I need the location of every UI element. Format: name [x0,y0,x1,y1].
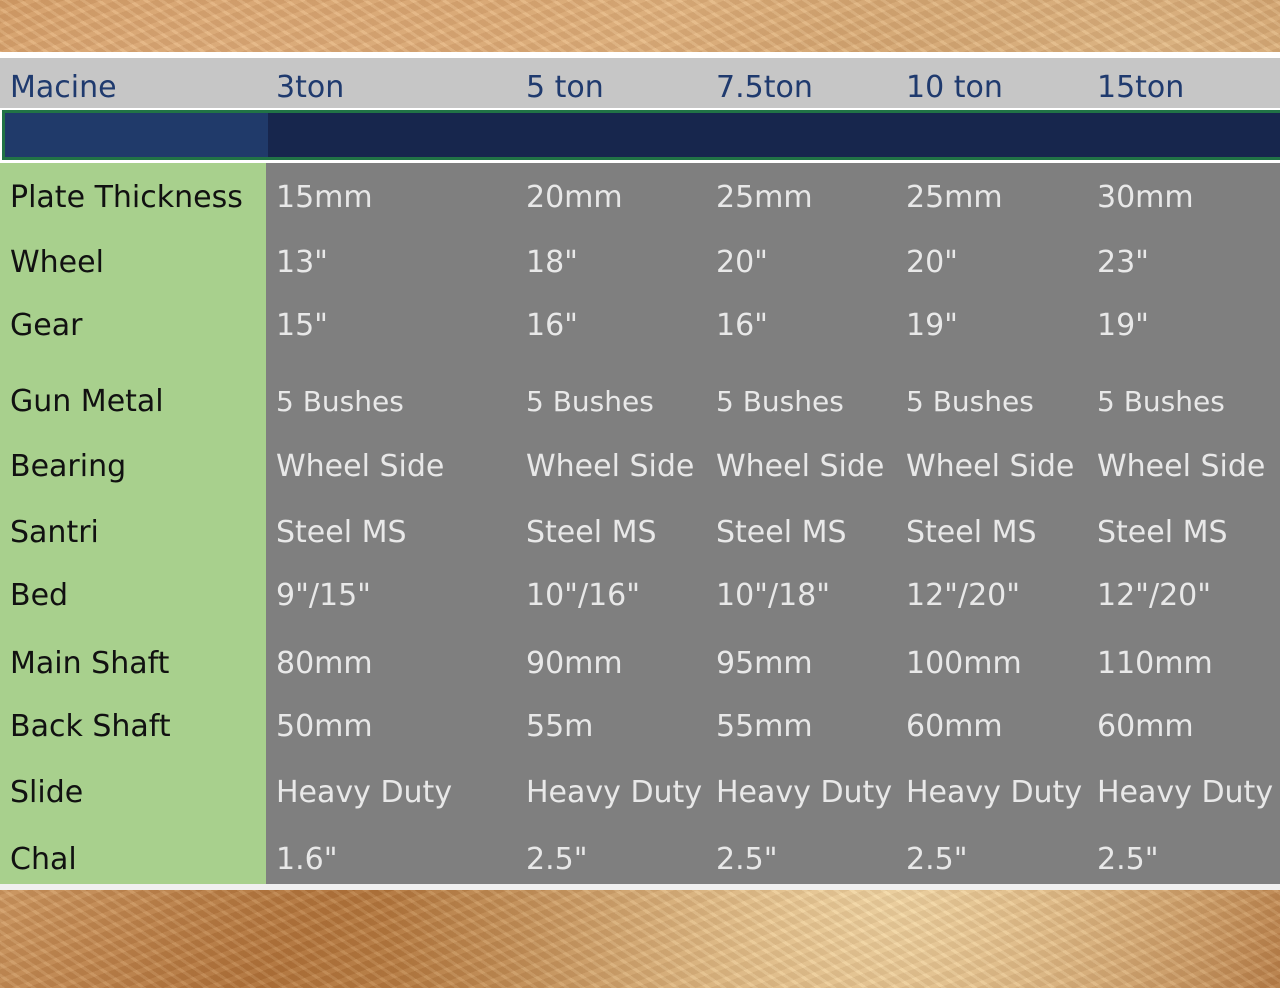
table-cell[interactable]: 10"/16" [526,576,640,616]
table-cell[interactable]: 15" [276,306,328,346]
table-cell[interactable]: 12"/20" [1097,576,1211,616]
table-cell[interactable]: 16" [526,306,578,346]
row-label[interactable]: Chal [10,840,77,880]
table-cell[interactable]: 55m [526,707,593,747]
table-cell[interactable]: 50mm [276,707,373,747]
table-cell[interactable]: 25mm [906,178,1003,218]
table-cell[interactable]: 55mm [716,707,813,747]
row-label[interactable]: Wheel [10,243,104,283]
table-cell[interactable]: Heavy Duty [1097,773,1273,813]
table-cell[interactable]: 16" [716,306,768,346]
table-cell[interactable]: 1.6" [276,840,338,880]
table-cell[interactable]: Steel MS [526,513,657,553]
table-cell[interactable]: 5 Bushes [906,382,1034,422]
table-cell[interactable]: 9"/15" [276,576,371,616]
table-cell[interactable]: 2.5" [906,840,968,880]
table-cell[interactable]: 5 Bushes [1097,382,1225,422]
table-cell[interactable]: 90mm [526,644,623,684]
header-row [0,58,1280,108]
table-cell[interactable]: 25mm [716,178,813,218]
table-cell[interactable]: 95mm [716,644,813,684]
table-cell[interactable]: 19" [906,306,958,346]
table-cell[interactable]: Wheel Side [906,447,1074,487]
row-label[interactable]: Plate Thickness [10,178,243,218]
table-cell[interactable]: Wheel Side [716,447,884,487]
table-cell[interactable]: 2.5" [716,840,778,880]
row-label[interactable]: Gear [10,306,82,346]
table-cell[interactable]: 2.5" [526,840,588,880]
table-cell[interactable]: 30mm [1097,178,1194,218]
table-cell[interactable]: Heavy Duty [716,773,892,813]
table-cell[interactable]: 23" [1097,243,1149,283]
table-cell[interactable]: Heavy Duty [906,773,1082,813]
table-cell[interactable]: 100mm [906,644,1022,684]
header-cell-3ton[interactable]: 3ton [276,68,344,108]
header-cell-machine[interactable]: Macine [10,68,117,108]
table-cell[interactable]: Steel MS [716,513,847,553]
table-cell[interactable]: 20mm [526,178,623,218]
table-cell[interactable]: Steel MS [1097,513,1228,553]
row-label[interactable]: Back Shaft [10,707,171,747]
table-cell[interactable]: 20" [906,243,958,283]
table-cell[interactable]: 10"/18" [716,576,830,616]
table-cell[interactable]: 80mm [276,644,373,684]
row-label[interactable]: Main Shaft [10,644,169,684]
row-label[interactable]: Santri [10,513,99,553]
row-label[interactable]: Bearing [10,447,126,487]
table-cell[interactable]: 110mm [1097,644,1213,684]
table-cell[interactable]: 60mm [906,707,1003,747]
header-cell-5ton[interactable]: 5 ton [526,68,604,108]
table-cell[interactable]: 2.5" [1097,840,1159,880]
row-label[interactable]: Gun Metal [10,382,164,422]
table-cell[interactable]: 13" [276,243,328,283]
table-cell[interactable]: 5 Bushes [526,382,654,422]
table-cell[interactable]: Heavy Duty [276,773,452,813]
header-cell-7-5ton[interactable]: 7.5ton [716,68,813,108]
table-cell[interactable]: 5 Bushes [276,382,404,422]
table-cell[interactable]: Wheel Side [526,447,694,487]
table-cell[interactable]: Wheel Side [276,447,444,487]
table-cell[interactable]: Steel MS [276,513,407,553]
table-cell[interactable]: Wheel Side [1097,447,1265,487]
table-cell[interactable]: Heavy Duty [526,773,702,813]
header-cell-15ton[interactable]: 15ton [1097,68,1184,108]
selected-row[interactable] [2,110,1280,160]
row-label[interactable]: Bed [10,576,68,616]
table-cell[interactable]: 5 Bushes [716,382,844,422]
row-label[interactable]: Slide [10,773,83,813]
table-cell[interactable]: 12"/20" [906,576,1020,616]
header-cell-10ton[interactable]: 10 ton [906,68,1003,108]
selected-row-label-cell[interactable] [5,113,268,157]
table-cell[interactable]: 15mm [276,178,373,218]
table-cell[interactable]: 18" [526,243,578,283]
table-cell[interactable]: 20" [716,243,768,283]
table-cell[interactable]: 19" [1097,306,1149,346]
table-cell[interactable]: 60mm [1097,707,1194,747]
sheet-bottom-border [0,884,1280,890]
table-cell[interactable]: Steel MS [906,513,1037,553]
